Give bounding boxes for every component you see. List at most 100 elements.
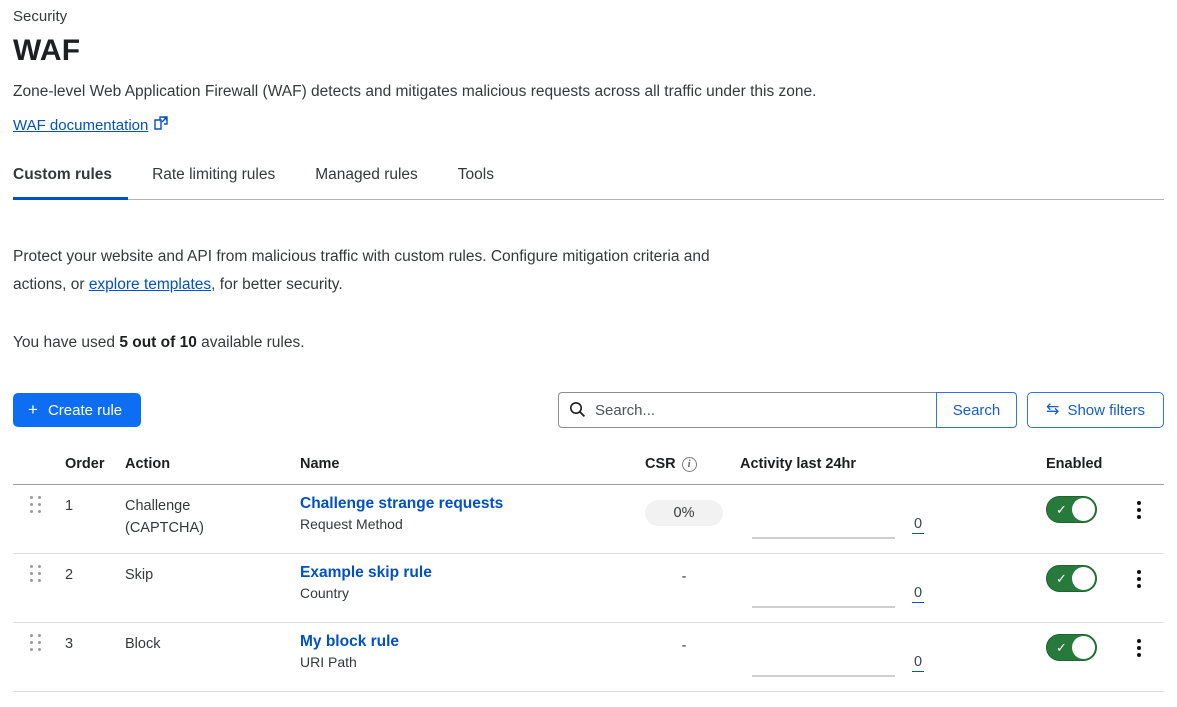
search-input[interactable] [558, 392, 936, 428]
create-rule-button[interactable]: + Create rule [13, 393, 141, 427]
rule-field: Country [300, 585, 645, 601]
enabled-toggle[interactable]: ✓ [1046, 496, 1097, 523]
tab-managed-rules[interactable]: Managed rules [315, 166, 434, 200]
rule-field: URI Path [300, 654, 645, 670]
plus-icon: + [28, 400, 38, 420]
rule-activity: 0 [740, 623, 925, 691]
toggle-knob [1072, 567, 1095, 590]
header-enabled: Enabled [1028, 456, 1118, 472]
activity-sparkline [752, 675, 895, 677]
custom-rules-intro: Protect your website and API from malici… [13, 243, 748, 299]
rule-name-cell: My block rule URI Path [300, 623, 645, 691]
rule-enabled-cell: ✓ [1028, 485, 1118, 553]
rule-activity: 0 [740, 554, 925, 622]
toolbar-right: Search ⇆ Show filters [558, 392, 1164, 428]
header-action: Action [125, 456, 300, 472]
rule-order: 3 [65, 623, 125, 691]
header-activity: Activity last 24hr [740, 456, 925, 472]
rule-csr: 0% [645, 485, 723, 553]
search-button[interactable]: Search [936, 392, 1017, 428]
activity-count-link[interactable]: 0 [912, 654, 924, 672]
rule-order: 1 [65, 485, 125, 553]
waf-documentation-link[interactable]: WAF documentation [13, 116, 168, 134]
rule-action-label: Challenge [125, 498, 300, 514]
rule-csr: - [645, 623, 723, 691]
rule-name-link[interactable]: Challenge strange requests [300, 495, 503, 513]
header-csr-label: CSR [645, 456, 676, 472]
usage-prefix: You have used [13, 334, 119, 351]
search-input-box [558, 392, 936, 428]
swap-arrows-icon: ⇆ [1046, 402, 1059, 418]
page-description: Zone-level Web Application Firewall (WAF… [13, 83, 1164, 101]
rule-name-cell: Example skip rule Country [300, 554, 645, 622]
rule-action: Block [125, 623, 300, 691]
rule-menu-cell [1118, 485, 1164, 553]
activity-sparkline [752, 606, 895, 608]
tab-tools[interactable]: Tools [458, 166, 510, 200]
check-icon: ✓ [1056, 502, 1067, 518]
usage-suffix: available rules. [197, 334, 305, 351]
drag-handle-icon [30, 565, 65, 582]
activity-count-link[interactable]: 0 [912, 585, 924, 603]
rule-enabled-cell: ✓ [1028, 554, 1118, 622]
search-group: Search [558, 392, 1017, 428]
intro-text-after: , for better security. [211, 276, 343, 293]
activity-sparkline [752, 537, 895, 539]
check-icon: ✓ [1056, 571, 1067, 587]
rule-name-link[interactable]: Example skip rule [300, 564, 432, 582]
kebab-menu-icon[interactable] [1130, 637, 1148, 659]
tab-rate-limiting-rules[interactable]: Rate limiting rules [152, 166, 291, 200]
check-icon: ✓ [1056, 640, 1067, 656]
rule-order: 2 [65, 554, 125, 622]
waf-page: Security WAF Zone-level Web Application … [13, 0, 1164, 692]
header-csr: CSR i [645, 456, 740, 472]
breadcrumb: Security [13, 8, 1164, 25]
table-header-row: Order Action Name CSR i Activity last 24… [13, 456, 1164, 485]
rules-usage: You have used 5 out of 10 available rule… [13, 334, 1164, 352]
drag-handle[interactable] [13, 485, 65, 553]
rule-menu-cell [1118, 623, 1164, 691]
rule-action: Challenge (CAPTCHA) [125, 485, 300, 553]
tab-custom-rules[interactable]: Custom rules [13, 166, 128, 200]
toggle-knob [1072, 498, 1095, 521]
activity-count-link[interactable]: 0 [912, 516, 924, 534]
kebab-menu-icon[interactable] [1130, 499, 1148, 521]
rule-menu-cell [1118, 554, 1164, 622]
kebab-menu-icon[interactable] [1130, 568, 1148, 590]
enabled-toggle[interactable]: ✓ [1046, 634, 1097, 661]
rule-action-label: Block [125, 636, 300, 652]
rule-action: Skip [125, 554, 300, 622]
drag-handle-icon [30, 496, 65, 513]
rule-activity: 0 [740, 485, 925, 553]
tab-bar: Custom rules Rate limiting rules Managed… [13, 166, 1164, 200]
toolbar: + Create rule Search ⇆ Show filters [13, 392, 1164, 428]
info-icon[interactable]: i [682, 457, 697, 472]
enabled-toggle[interactable]: ✓ [1046, 565, 1097, 592]
row-spacer [925, 623, 1028, 691]
rules-table: Order Action Name CSR i Activity last 24… [13, 456, 1164, 692]
csr-badge: 0% [645, 500, 723, 526]
doc-link-label: WAF documentation [13, 117, 148, 134]
show-filters-label: Show filters [1067, 402, 1145, 419]
show-filters-button[interactable]: ⇆ Show filters [1027, 392, 1164, 428]
usage-count: 5 out of 10 [119, 334, 197, 351]
rule-action-label: Skip [125, 567, 300, 583]
rule-field: Request Method [300, 516, 645, 532]
external-link-icon [154, 116, 168, 134]
row-spacer [925, 554, 1028, 622]
drag-handle[interactable] [13, 554, 65, 622]
create-rule-label: Create rule [48, 402, 122, 419]
rule-enabled-cell: ✓ [1028, 623, 1118, 691]
search-icon [569, 401, 586, 422]
drag-handle[interactable] [13, 623, 65, 691]
rule-action-sub: (CAPTCHA) [125, 520, 300, 536]
row-spacer [925, 485, 1028, 553]
rule-name-link[interactable]: My block rule [300, 633, 399, 651]
drag-handle-icon [30, 634, 65, 651]
page-title: WAF [13, 34, 1164, 68]
header-order: Order [65, 456, 125, 472]
table-row: 3 Block My block rule URI Path - 0 ✓ [13, 623, 1164, 692]
toggle-knob [1072, 636, 1095, 659]
table-row: 2 Skip Example skip rule Country - 0 ✓ [13, 554, 1164, 623]
explore-templates-link[interactable]: explore templates [89, 276, 211, 293]
